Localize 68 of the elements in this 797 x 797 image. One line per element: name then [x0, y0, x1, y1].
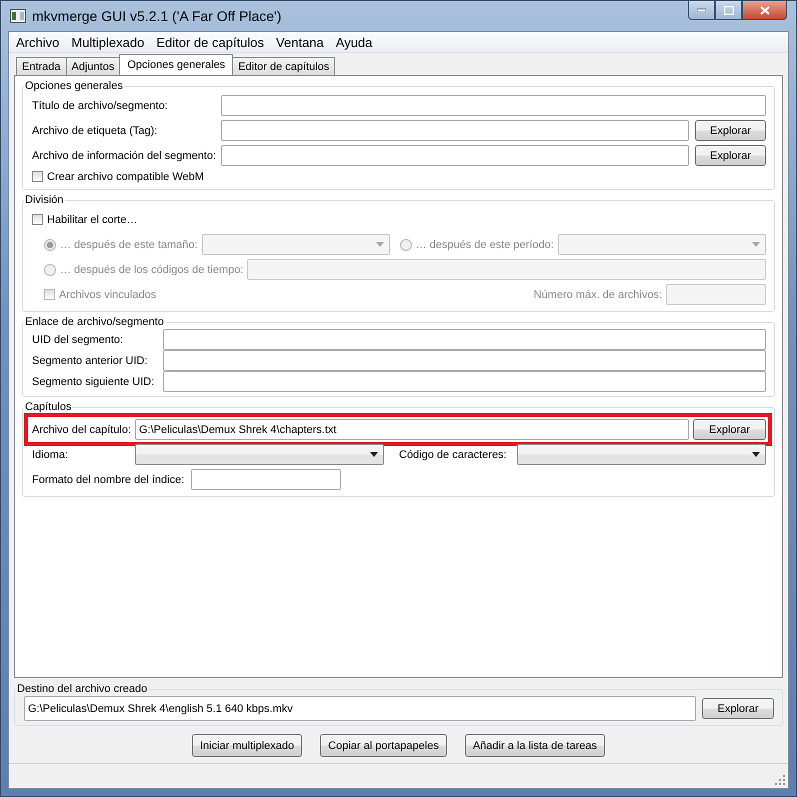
- tab[interactable]: Opciones generales: [119, 54, 234, 75]
- dropdown[interactable]: [202, 234, 390, 255]
- close-icon: [760, 6, 770, 14]
- menu-item[interactable]: Ventana: [272, 34, 332, 50]
- field-label: Archivo de información del segmento:: [32, 150, 218, 162]
- action-button[interactable]: Añadir a la lista de tareas: [464, 734, 605, 757]
- input-field[interactable]: [221, 145, 690, 166]
- action-button[interactable]: Copiar al portapapeles: [320, 734, 447, 757]
- input-field[interactable]: [163, 350, 766, 371]
- field-label: Idioma:: [32, 448, 70, 460]
- field-label: Archivo del capítulo:: [32, 424, 132, 436]
- radio-label: … después de este tamaño:: [60, 238, 199, 250]
- field-label: UID del segmento:: [32, 334, 124, 346]
- dropdown[interactable]: [517, 444, 766, 465]
- tab[interactable]: Editor de capítulos: [232, 57, 336, 75]
- radio-label: … después de los códigos de tiempo:: [60, 264, 244, 276]
- input-field[interactable]: [247, 259, 766, 280]
- input-field[interactable]: [191, 469, 341, 490]
- minimize-icon: [697, 8, 706, 12]
- menu-item[interactable]: Ayuda: [332, 34, 380, 50]
- input-field[interactable]: [221, 120, 690, 141]
- menu-item[interactable]: Archivo: [12, 34, 68, 50]
- checkbox-label: Crear archivo compatible WebM: [47, 170, 205, 182]
- caret-icon: [752, 242, 760, 247]
- radio-label: … después de este período:: [416, 238, 555, 250]
- group-title: División: [24, 194, 65, 206]
- checkbox-label: Habilitar el corte…: [47, 214, 138, 226]
- caret-icon: [376, 242, 384, 247]
- menu-item[interactable]: Multiplexado: [67, 34, 152, 50]
- browse-button[interactable]: Explorar: [695, 120, 766, 141]
- input-field[interactable]: G:\Peliculas\Demux Shrek 4\english 5.1 640 kbps.mkv: [24, 696, 696, 721]
- browse-button[interactable]: Explorar: [702, 698, 774, 719]
- maximize-button[interactable]: [715, 1, 742, 20]
- checkbox[interactable]: [32, 214, 43, 225]
- resize-grip-icon: [775, 775, 785, 785]
- field-label: Segmento siguiente UID:: [32, 376, 156, 388]
- input-field[interactable]: [163, 371, 766, 392]
- minimize-button[interactable]: [688, 1, 715, 20]
- caret-icon: [370, 452, 378, 457]
- action-button[interactable]: Iniciar multiplexado: [192, 734, 302, 757]
- group-title: Opciones generales: [24, 80, 124, 92]
- dropdown[interactable]: [135, 444, 384, 465]
- input-field[interactable]: G:\Peliculas\Demux Shrek 4\chapters.txt: [135, 419, 689, 440]
- field-label: Archivo de etiqueta (Tag):: [32, 124, 158, 136]
- field-label: Número máx. de archivos:: [534, 288, 663, 300]
- checkbox-label: Archivos vinculados: [59, 288, 158, 300]
- group-title: Capítulos: [24, 401, 72, 413]
- group-title: Enlace de archivo/segmento: [24, 316, 165, 328]
- field-label: Formato del nombre del índice:: [32, 474, 186, 486]
- tab[interactable]: Entrada: [16, 57, 67, 75]
- field-label: Título de archivo/segmento:: [32, 100, 169, 112]
- browse-button[interactable]: Explorar: [695, 145, 766, 166]
- window-title: mkvmerge GUI v5.2.1 ('A Far Off Place'): [32, 8, 282, 24]
- tab[interactable]: Adjuntos: [66, 57, 120, 75]
- close-button[interactable]: [742, 1, 787, 20]
- group-title: Destino del archivo creado: [16, 683, 148, 695]
- maximize-icon: [724, 6, 734, 14]
- field-label: Segmento anterior UID:: [32, 354, 149, 366]
- input-field[interactable]: [666, 284, 766, 305]
- input-field[interactable]: [221, 95, 766, 116]
- menu-item[interactable]: Editor de capítulos: [152, 34, 272, 50]
- caret-icon: [752, 452, 760, 457]
- checkbox[interactable]: [32, 171, 43, 182]
- dropdown[interactable]: [558, 234, 766, 255]
- browse-button[interactable]: Explorar: [693, 419, 766, 440]
- field-label: Código de caracteres:: [399, 448, 508, 460]
- input-field[interactable]: [163, 329, 766, 350]
- app-icon: [10, 9, 26, 23]
